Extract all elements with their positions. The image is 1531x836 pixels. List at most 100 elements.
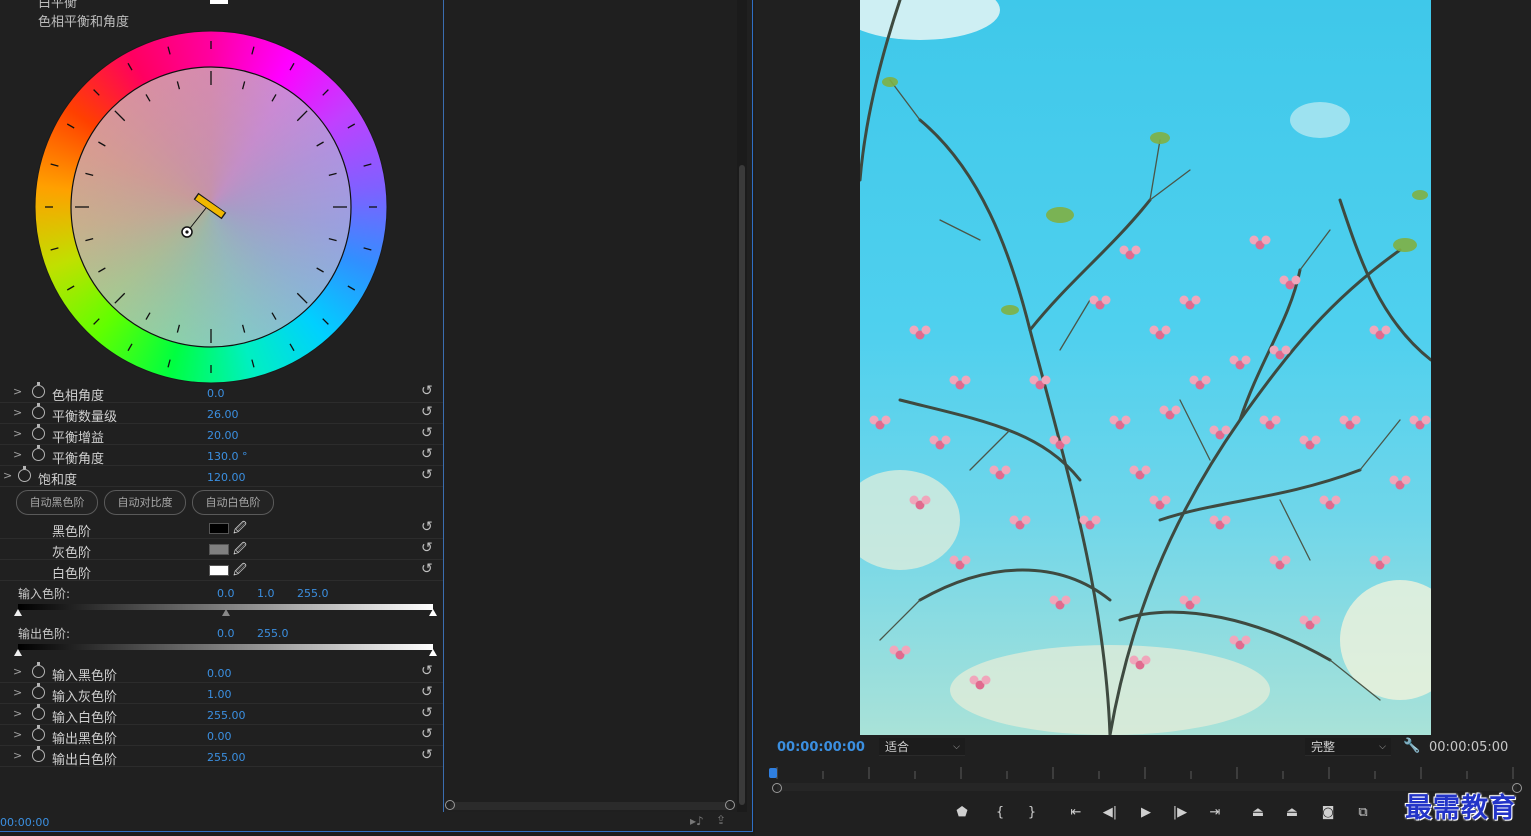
stopwatch-icon[interactable] — [32, 424, 45, 440]
reset-icon[interactable] — [421, 684, 433, 700]
property-value[interactable]: 130.0 ° — [207, 450, 248, 463]
wrench-settings-icon[interactable]: 🔧 — [1403, 738, 1420, 754]
stopwatch-icon[interactable] — [32, 704, 45, 720]
property-value[interactable]: 120.00 — [207, 471, 246, 484]
fit-zoom-dropdown[interactable]: 适合 ⌵ — [879, 738, 965, 756]
effect-timeline-area[interactable] — [443, 0, 738, 812]
reset-icon[interactable] — [421, 467, 433, 483]
comparison-view-icon[interactable]: ⧉ — [1352, 803, 1374, 823]
property-row[interactable]: > 饱和度 120.00 — [0, 466, 443, 488]
export-frame-camera-icon[interactable]: ◙ — [1317, 803, 1339, 823]
property-row[interactable]: > 输出黑色阶 0.00 — [0, 725, 443, 747]
lift-icon[interactable]: ⏏ — [1247, 803, 1269, 823]
go-to-in-icon[interactable]: ⇤ — [1065, 803, 1087, 823]
auto-contrast-button[interactable]: 自动对比度 — [104, 490, 186, 515]
property-row[interactable]: > 输入灰色阶 1.00 — [0, 683, 443, 705]
reset-icon[interactable] — [421, 425, 433, 441]
chevron-right-icon[interactable]: > — [13, 385, 23, 398]
stopwatch-icon[interactable] — [32, 382, 45, 398]
chevron-right-icon[interactable]: > — [13, 686, 23, 699]
property-row[interactable]: > 平衡增益 20.00 — [0, 424, 443, 446]
filter-audio-icon[interactable]: ▸♪ — [690, 814, 704, 828]
reset-icon[interactable] — [421, 446, 433, 462]
time-ruler[interactable] — [775, 765, 1517, 781]
reset-icon[interactable] — [421, 747, 433, 763]
property-row[interactable]: > 输入白色阶 255.00 — [0, 704, 443, 726]
play-icon[interactable]: ▶ — [1135, 803, 1157, 823]
playhead-marker[interactable] — [769, 768, 777, 778]
stopwatch-icon[interactable] — [32, 746, 45, 762]
reset-icon[interactable] — [421, 540, 433, 556]
input-black-handle[interactable] — [14, 609, 22, 616]
property-value[interactable]: 255.00 — [207, 751, 246, 764]
chevron-right-icon[interactable]: > — [13, 707, 23, 720]
black-level-row[interactable]: 黑色阶 🖉 — [0, 518, 443, 541]
playhead-timecode[interactable]: 00:00:00:00 — [777, 740, 865, 755]
mark-out-icon[interactable]: } — [1021, 803, 1043, 823]
white-level-swatch[interactable] — [209, 565, 229, 576]
zoom-scrollbar[interactable] — [450, 802, 730, 810]
chevron-right-icon[interactable]: > — [13, 728, 23, 741]
property-value[interactable]: 0.00 — [207, 667, 232, 680]
chevron-right-icon[interactable]: > — [13, 427, 23, 440]
black-level-swatch[interactable] — [209, 523, 229, 534]
property-row[interactable]: > 输入黑色阶 0.00 — [0, 662, 443, 684]
eyedropper-icon[interactable]: 🖉 — [233, 561, 247, 583]
step-forward-icon[interactable]: |▶ — [1169, 803, 1191, 823]
reset-icon[interactable] — [421, 519, 433, 535]
eyedropper-icon[interactable]: 🖉 — [233, 519, 247, 541]
chevron-right-icon[interactable]: > — [13, 749, 23, 762]
property-value[interactable]: 20.00 — [207, 429, 239, 442]
playback-resolution-dropdown[interactable]: 完整 ⌵ — [1305, 738, 1391, 756]
gray-level-swatch[interactable] — [209, 544, 229, 555]
gray-level-row[interactable]: 灰色阶 🖉 — [0, 539, 443, 562]
stopwatch-icon[interactable] — [32, 662, 45, 678]
playbar-handle-left[interactable] — [772, 783, 782, 793]
input-white-handle[interactable] — [429, 609, 437, 616]
output-white-handle[interactable] — [429, 649, 437, 656]
auto-black-level-button[interactable]: 自动黑色阶 — [16, 490, 98, 515]
effect-controls-scrollbar[interactable] — [737, 0, 747, 812]
property-value[interactable]: 0.0 — [207, 387, 225, 400]
zoom-handle-right[interactable] — [725, 800, 735, 810]
property-value[interactable]: 255.00 — [207, 709, 246, 722]
property-row[interactable]: > 色相角度 0.0 — [0, 382, 443, 404]
output-levels-black-value[interactable]: 0.0 — [217, 627, 235, 640]
chevron-right-icon[interactable]: > — [13, 448, 23, 461]
reset-icon[interactable] — [421, 561, 433, 577]
property-value[interactable]: 0.00 — [207, 730, 232, 743]
output-black-handle[interactable] — [14, 649, 22, 656]
go-to-out-icon[interactable]: ⇥ — [1204, 803, 1226, 823]
zoom-handle-left[interactable] — [445, 800, 455, 810]
reset-icon[interactable] — [421, 404, 433, 420]
input-gray-handle[interactable] — [222, 609, 230, 616]
chevron-right-icon[interactable]: > — [13, 406, 23, 419]
step-back-icon[interactable]: ◀| — [1099, 803, 1121, 823]
reset-icon[interactable] — [421, 383, 433, 399]
reset-icon[interactable] — [421, 705, 433, 721]
reset-icon[interactable] — [421, 663, 433, 679]
property-row[interactable]: > 平衡角度 130.0 ° — [0, 445, 443, 467]
eyedropper-icon[interactable]: 🖉 — [233, 540, 247, 562]
stopwatch-icon[interactable] — [32, 683, 45, 699]
stopwatch-icon[interactable] — [18, 466, 31, 482]
property-row[interactable]: > 平衡数量级 26.00 — [0, 403, 443, 425]
scrollbar-thumb[interactable] — [739, 165, 745, 805]
input-levels-gray-value[interactable]: 1.0 — [257, 587, 275, 600]
white-balance-swatch[interactable] — [210, 0, 228, 4]
add-marker-icon[interactable]: ⬟ — [951, 803, 973, 823]
input-levels-white-value[interactable]: 255.0 — [297, 587, 329, 600]
chevron-right-icon[interactable]: > — [13, 665, 23, 678]
extract-icon[interactable]: ⏏ — [1281, 803, 1303, 823]
property-value[interactable]: 1.00 — [207, 688, 232, 701]
stopwatch-icon[interactable] — [32, 725, 45, 741]
effect-controls-timecode[interactable]: 00:00:00 — [0, 816, 49, 829]
property-value[interactable]: 26.00 — [207, 408, 239, 421]
export-icon[interactable]: ⇪ — [716, 813, 726, 827]
mark-in-icon[interactable]: { — [989, 803, 1011, 823]
color-wheel[interactable] — [34, 30, 388, 384]
auto-white-level-button[interactable]: 自动白色阶 — [192, 490, 274, 515]
stopwatch-icon[interactable] — [32, 445, 45, 461]
output-levels-white-value[interactable]: 255.0 — [257, 627, 289, 640]
chevron-right-icon[interactable]: > — [3, 469, 13, 482]
